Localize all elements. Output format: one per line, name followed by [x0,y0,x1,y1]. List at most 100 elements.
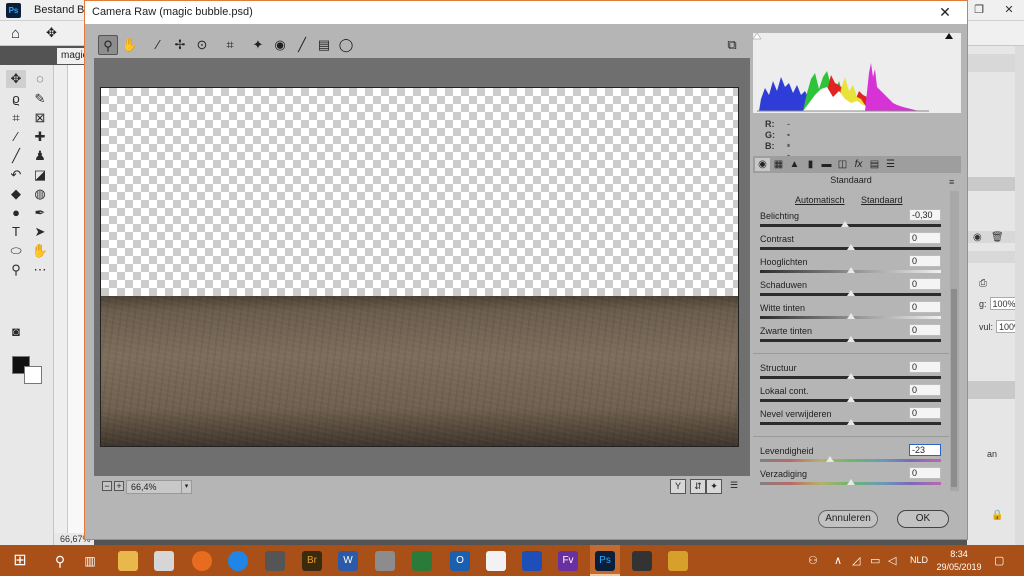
zoom-tool-icon[interactable]: ⚲ [98,35,118,55]
marquee-tool-icon[interactable]: ◌ [30,70,50,88]
eraser-tool-icon[interactable]: ◪ [30,166,50,184]
search-icon[interactable]: ⚲ [50,551,70,571]
effects-icon[interactable]: fx [851,158,866,171]
targeted-adjustment-tool-icon[interactable]: ⊙ [192,35,212,55]
zoom-tool-icon[interactable]: ⚲ [6,261,26,279]
cancel-button[interactable]: Annuleren [818,510,878,528]
slider-value-input[interactable]: 0 [909,278,941,290]
crop-tool-icon[interactable]: ⌗ [220,35,240,55]
preferences-icon[interactable]: ⧉ [722,35,742,55]
presets-icon[interactable]: ☰ [883,158,898,171]
eyedropper-tool-icon[interactable]: ⁄ [6,128,26,146]
shield-icon[interactable] [632,551,652,571]
slider-thumb[interactable] [846,313,855,319]
lock-icon[interactable]: ⎙ [979,278,987,289]
stamp-tool-icon[interactable]: ♟ [30,147,50,165]
graduated-filter-icon[interactable]: ▤ [314,35,334,55]
slider-value-input[interactable]: 0 [909,407,941,419]
slider-value-input[interactable]: 0 [909,232,941,244]
preview-settings-icon[interactable]: ☰ [726,479,742,494]
bridge-icon[interactable]: Br [302,551,322,571]
slider-value-input[interactable]: 0 [909,384,941,396]
hand-tool-icon[interactable]: ✋ [30,242,50,260]
document-tab[interactable]: magic [57,48,88,64]
slider-value-input[interactable]: 0 [909,467,941,479]
crop-tool-icon[interactable]: ⌗ [6,109,26,127]
menu-bestand[interactable]: Bestand [34,4,74,16]
panel-menu-icon[interactable]: ≡ [949,177,954,187]
firefox-icon[interactable] [192,551,212,571]
adjustment-brush-icon[interactable]: ╱ [292,35,312,55]
slider-thumb[interactable] [846,419,855,425]
slider-thumb[interactable] [846,336,855,342]
hsl-icon[interactable]: ▮ [803,158,818,171]
chevron-up-icon[interactable]: ∧ [834,554,842,567]
copy-settings-icon[interactable]: ✦ [706,479,722,494]
blur-tool-icon[interactable]: ◍ [30,185,50,203]
opacity-input[interactable]: 100% [989,297,1016,310]
language-indicator[interactable]: NLD [910,555,928,565]
store-icon[interactable] [154,551,174,571]
camera-calibration-icon[interactable]: ▤ [867,158,882,171]
slider-thumb[interactable] [846,396,855,402]
teamviewer-icon[interactable] [228,551,248,571]
app-icon[interactable]: Fv [558,551,578,571]
photoshop-icon[interactable]: Ps [595,551,615,571]
split-toning-icon[interactable]: ▬ [819,158,834,171]
clock-date[interactable]: 29/05/2019 [932,562,986,572]
preview-image[interactable] [100,87,739,447]
app-icon[interactable] [375,551,395,571]
scrollbar-thumb[interactable] [951,289,957,487]
outlook-icon[interactable]: O [450,551,470,571]
tone-curve-icon[interactable]: ▦ [771,158,786,171]
app-icon[interactable] [522,551,542,571]
spot-removal-tool-icon[interactable]: ✦ [248,35,268,55]
slider-thumb[interactable] [846,479,855,485]
notifications-icon[interactable]: ▢ [994,554,1004,567]
ok-button[interactable]: OK [897,510,949,528]
word-icon[interactable]: W [338,551,358,571]
network-icon[interactable]: ◿ [852,554,860,567]
slider-thumb[interactable] [825,456,834,462]
photoshop-taskbar-active[interactable]: Ps [590,545,620,576]
slider-value-input[interactable]: 0 [909,324,941,336]
shape-tool-icon[interactable]: ⬭ [6,242,26,260]
close-icon[interactable]: ✕ [994,0,1024,21]
slider-value-input[interactable]: 0 [909,301,941,313]
slider-thumb[interactable] [846,290,855,296]
background-color-swatch[interactable] [24,366,42,384]
detail-icon[interactable]: ▲ [787,158,802,171]
lock-icon[interactable]: 🔒 [991,510,1003,521]
battery-icon[interactable]: ▭ [870,554,880,567]
lasso-tool-icon[interactable]: ϱ [6,90,26,108]
move-tool-icon[interactable]: ✥ [6,70,26,88]
move-icon[interactable]: ✥ [46,25,57,41]
chevron-down-icon[interactable]: ▾ [182,480,192,494]
more-tools-icon[interactable]: ⋯ [30,261,50,279]
clock-time[interactable]: 8:34 [940,549,978,559]
radial-filter-icon[interactable]: ◯ [336,35,356,55]
slider-track[interactable] [760,459,941,462]
app-icon[interactable] [412,551,432,571]
slider-track[interactable] [760,224,941,227]
slider-thumb[interactable] [841,221,850,227]
basic-panel-icon[interactable]: ◉ [755,158,770,171]
layer-row-selected[interactable] [967,381,1015,399]
auto-link[interactable]: Automatisch [795,195,845,205]
slider-thumb[interactable] [846,373,855,379]
hand-tool-icon[interactable]: ✋ [120,35,140,55]
panel-scrollbar[interactable] [1015,46,1024,545]
zoom-level[interactable]: 66,4% [126,480,182,494]
camera-app-icon[interactable] [265,551,285,571]
type-tool-icon[interactable]: T [6,223,26,241]
camera-icon[interactable]: ◉ [973,232,982,243]
color-sampler-tool-icon[interactable]: ✢ [170,35,190,55]
history-brush-tool-icon[interactable]: ↶ [6,166,26,184]
quick-select-tool-icon[interactable]: ✎ [30,90,50,108]
trash-icon[interactable]: 🗑 [991,232,1004,243]
dodge-tool-icon[interactable]: ● [6,204,26,222]
swap-settings-icon[interactable]: ⇵ [690,479,706,494]
zoom-in-button[interactable]: + [114,481,124,491]
healing-tool-icon[interactable]: ✚ [30,128,50,146]
white-balance-tool-icon[interactable]: ⁄ [148,35,168,55]
